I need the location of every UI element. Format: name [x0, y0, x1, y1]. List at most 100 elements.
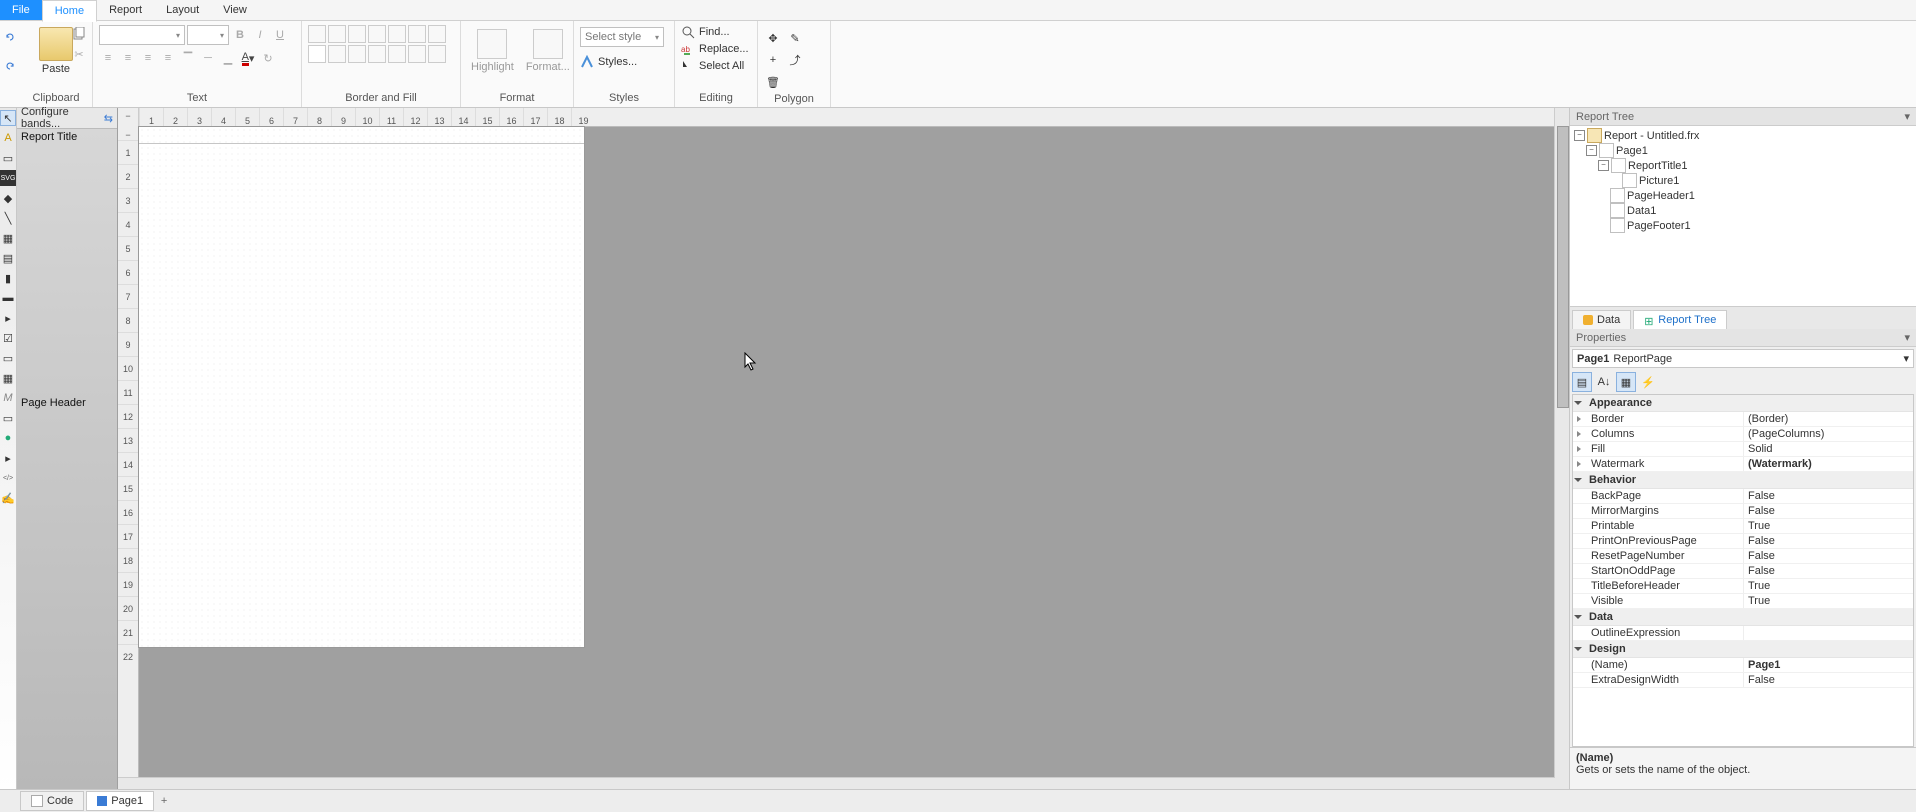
prop-row[interactable]: BackPageFalse	[1573, 489, 1913, 504]
tool-svg[interactable]: SVG	[0, 170, 16, 186]
format-button[interactable]: Format...	[522, 25, 574, 77]
tool-zip[interactable]: ▸	[0, 450, 16, 466]
tab-page1[interactable]: Page1	[86, 791, 154, 811]
bold-button[interactable]: B	[231, 26, 249, 44]
tool-matrix[interactable]: ▤	[0, 250, 16, 266]
prop-row[interactable]: Watermark(Watermark)	[1573, 457, 1913, 472]
valign-top-button[interactable]: ▔	[179, 49, 197, 67]
tool-map[interactable]: ▭	[0, 410, 16, 426]
prop-props-button[interactable]: ▦	[1616, 372, 1636, 392]
tab-view[interactable]: View	[211, 0, 259, 20]
border-all-button[interactable]	[388, 25, 406, 43]
tree-item[interactable]: Picture1	[1639, 175, 1679, 187]
report-page[interactable]	[138, 126, 585, 648]
tree-expand-page[interactable]: −	[1586, 145, 1597, 156]
line-color-dd[interactable]	[368, 45, 386, 63]
prop-events-button[interactable]: ⚡	[1638, 372, 1658, 392]
tree-root-label[interactable]: Report - Untitled.frx	[1604, 130, 1699, 142]
prop-category[interactable]: Data	[1573, 609, 1913, 626]
tree-item[interactable]: Data1	[1627, 205, 1656, 217]
prop-row[interactable]: StartOnOddPageFalse	[1573, 564, 1913, 579]
prop-row[interactable]: ExtraDesignWidthFalse	[1573, 673, 1913, 688]
tab-home[interactable]: Home	[42, 0, 97, 22]
align-right-button[interactable]: ≡	[139, 49, 157, 67]
line-color-button[interactable]	[348, 45, 366, 63]
tool-cellular[interactable]: ▦	[0, 370, 16, 386]
border-none-button[interactable]	[408, 25, 426, 43]
undo-button[interactable]	[4, 31, 16, 46]
scrollbar-vertical[interactable]	[1554, 108, 1569, 792]
prop-row[interactable]: PrintOnPreviousPageFalse	[1573, 534, 1913, 549]
panel-pin-icon[interactable]: ▾	[1904, 110, 1910, 123]
tab-code[interactable]: Code	[20, 791, 84, 811]
styles-button[interactable]: Styles...	[580, 55, 664, 69]
band-page-header[interactable]: Page Header	[17, 395, 117, 411]
italic-button[interactable]: I	[251, 26, 269, 44]
tab-report[interactable]: Report	[97, 0, 154, 20]
tool-line[interactable]: ╲	[0, 210, 16, 226]
tree-item[interactable]: PageHeader1	[1627, 190, 1695, 202]
poly-delete-button[interactable]: 🗑	[764, 73, 782, 91]
valign-bottom-button[interactable]: ▁	[219, 49, 237, 67]
selectall-button[interactable]: Select All	[681, 59, 749, 73]
tool-signature[interactable]: ✍	[0, 490, 16, 506]
tool-text[interactable]: A	[0, 130, 16, 146]
replace-button[interactable]: abReplace...	[681, 42, 749, 56]
prop-category[interactable]: Appearance	[1573, 395, 1913, 412]
valign-middle-button[interactable]: ─	[199, 49, 217, 67]
tree-item[interactable]: ReportTitle1	[1628, 160, 1688, 172]
align-justify-button[interactable]: ≡	[159, 49, 177, 67]
band-report-title[interactable]: Report Title	[17, 129, 117, 147]
prop-row[interactable]: OutlineExpression	[1573, 626, 1913, 641]
tool-expand[interactable]: ▸	[0, 310, 16, 326]
tab-file[interactable]: File	[0, 0, 42, 20]
tool-gauge[interactable]: M	[0, 390, 16, 406]
tab-layout[interactable]: Layout	[154, 0, 211, 20]
align-center-button[interactable]: ≡	[119, 49, 137, 67]
add-page-button[interactable]: +	[156, 795, 172, 807]
prop-categorized-button[interactable]: ▤	[1572, 372, 1592, 392]
border-top-button[interactable]	[308, 25, 326, 43]
report-tree[interactable]: −Report - Untitled.frx −Page1 −ReportTit…	[1570, 126, 1916, 306]
prop-row[interactable]: Columns(PageColumns)	[1573, 427, 1913, 442]
object-selector[interactable]: Page1ReportPage▾	[1572, 349, 1914, 368]
design-surface[interactable]: − 12345678910111213141516171819 − 123456…	[118, 108, 1569, 792]
find-button[interactable]: Find...	[681, 25, 749, 39]
highlight-button[interactable]: Highlight	[467, 25, 518, 77]
tool-sparkline[interactable]: ●	[0, 430, 16, 446]
poly-move-button[interactable]: ✥	[764, 29, 782, 47]
tool-html[interactable]: </>	[0, 470, 16, 486]
tool-rich[interactable]: ▭	[0, 350, 16, 366]
prop-alpha-button[interactable]: A↓	[1594, 372, 1614, 392]
cut-button[interactable]: ✂	[70, 45, 88, 63]
tree-item[interactable]: PageFooter1	[1627, 220, 1691, 232]
copy-button[interactable]	[70, 25, 88, 43]
poly-add-button[interactable]: +	[764, 51, 782, 69]
tool-shape[interactable]: ◆	[0, 190, 16, 206]
tool-chart[interactable]: ▬	[0, 290, 16, 306]
align-left-button[interactable]: ≡	[99, 49, 117, 67]
font-size-combo[interactable]: ▾	[187, 25, 229, 45]
line-width-button[interactable]	[388, 45, 406, 63]
tool-pointer[interactable]: ↖	[0, 110, 16, 126]
prop-category[interactable]: Behavior	[1573, 472, 1913, 489]
tab-data[interactable]: Data	[1572, 310, 1631, 329]
rotate-button[interactable]: ↻	[259, 49, 277, 67]
prop-row[interactable]: (Name)Page1	[1573, 658, 1913, 673]
panel-pin-icon[interactable]: ▾	[1904, 331, 1910, 344]
tree-expand-root[interactable]: −	[1574, 130, 1585, 141]
border-bottom-button[interactable]	[328, 25, 346, 43]
underline-button[interactable]: U	[271, 26, 289, 44]
tab-report-tree[interactable]: ⊞Report Tree	[1633, 310, 1727, 329]
prop-row[interactable]: TitleBeforeHeaderTrue	[1573, 579, 1913, 594]
poly-addcurve-button[interactable]: ⤴	[786, 51, 804, 69]
property-grid[interactable]: AppearanceBorder(Border)Columns(PageColu…	[1572, 394, 1914, 747]
prop-row[interactable]: PrintableTrue	[1573, 519, 1913, 534]
font-family-combo[interactable]: ▾	[99, 25, 185, 45]
fill-color-button[interactable]	[308, 45, 326, 63]
prop-category[interactable]: Design	[1573, 641, 1913, 658]
fill-color-dd[interactable]	[328, 45, 346, 63]
redo-button[interactable]	[4, 60, 16, 75]
tree-page-label[interactable]: Page1	[1616, 145, 1648, 157]
border-right-button[interactable]	[368, 25, 386, 43]
